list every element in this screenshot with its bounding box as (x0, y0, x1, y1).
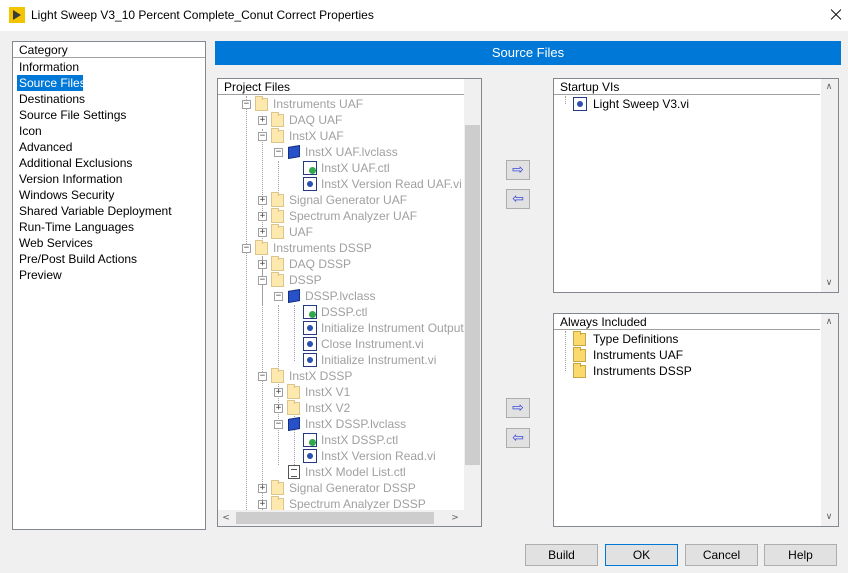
add-startup-vi-button[interactable]: ⇨ (506, 160, 530, 180)
category-header: Category (13, 42, 205, 58)
folder-icon (270, 208, 286, 224)
scroll-up-icon[interactable]: ∧ (821, 79, 837, 95)
scroll-left-icon[interactable]: < (218, 510, 234, 526)
category-item-preview[interactable]: Preview (17, 267, 205, 283)
expand-icon[interactable]: + (274, 388, 283, 397)
project-files-tree[interactable]: Project Files − Instruments UAF + DAQ UA… (217, 78, 482, 527)
category-item-shared-variable-deployment[interactable]: Shared Variable Deployment (17, 203, 205, 219)
class-icon (286, 144, 302, 160)
expand-icon[interactable]: + (258, 196, 267, 205)
category-item-version-information[interactable]: Version Information (17, 171, 205, 187)
collapse-icon[interactable]: − (274, 420, 283, 429)
folder-icon (270, 272, 286, 288)
scroll-thumb[interactable] (465, 125, 480, 465)
expand-icon[interactable]: + (258, 260, 267, 269)
project-files-header: Project Files (218, 79, 465, 95)
tree-guide-line (246, 96, 247, 512)
expand-icon[interactable]: + (258, 484, 267, 493)
vi-icon (302, 448, 318, 464)
folder-icon (270, 480, 286, 496)
folder-icon (270, 128, 286, 144)
vi-icon (302, 176, 318, 192)
tree-guide-line (262, 257, 263, 512)
folder-icon (254, 96, 270, 112)
window-title: Light Sweep V3_10 Percent Complete_Conut… (31, 8, 374, 22)
collapse-icon[interactable]: − (258, 372, 267, 381)
collapse-icon[interactable]: − (242, 100, 251, 109)
close-window-button[interactable] (824, 4, 848, 26)
expand-icon[interactable]: + (258, 116, 267, 125)
folder-icon (270, 112, 286, 128)
class-icon (286, 416, 302, 432)
title-bar: Light Sweep V3_10 Percent Complete_Conut… (0, 0, 848, 31)
category-item-source-files[interactable]: Source Files (17, 75, 86, 91)
folder-icon (572, 363, 588, 379)
horizontal-scrollbar[interactable]: < > (218, 510, 481, 526)
always-included-list[interactable]: Always Included Type Definitions Instrum… (553, 313, 839, 527)
folder-icon (254, 240, 270, 256)
add-always-included-button[interactable]: ⇨ (506, 398, 530, 418)
folder-icon (286, 400, 302, 416)
cancel-button[interactable]: Cancel (685, 544, 758, 566)
folder-icon (572, 331, 588, 347)
control-icon (302, 160, 318, 176)
collapse-icon[interactable]: − (274, 148, 283, 157)
folder-icon (270, 192, 286, 208)
vi-icon (302, 336, 318, 352)
folder-icon (270, 256, 286, 272)
vi-icon (302, 352, 318, 368)
category-list[interactable]: Category Information Source Files Destin… (12, 41, 206, 530)
category-item-icon[interactable]: Icon (17, 123, 205, 139)
vertical-scrollbar[interactable]: ∧ ∨ (821, 79, 838, 292)
folder-icon (270, 224, 286, 240)
help-button[interactable]: Help (764, 544, 837, 566)
category-item-information[interactable]: Information (17, 59, 205, 75)
expand-icon[interactable]: + (274, 404, 283, 413)
build-button[interactable]: Build (525, 544, 598, 566)
vertical-scrollbar[interactable]: ∧ ∨ (821, 314, 838, 526)
category-item-source-file-settings[interactable]: Source File Settings (17, 107, 205, 123)
category-item-advanced[interactable]: Advanced (17, 139, 205, 155)
category-item-web-services[interactable]: Web Services (17, 235, 205, 251)
scroll-down-icon[interactable]: ∨ (821, 275, 837, 291)
collapse-icon[interactable]: − (242, 244, 251, 253)
scroll-up-icon[interactable]: ∧ (821, 314, 837, 330)
vi-icon (572, 96, 588, 112)
always-included-header: Always Included (554, 314, 820, 330)
collapse-icon[interactable]: − (274, 292, 283, 301)
category-item-run-time-languages[interactable]: Run-Time Languages (17, 219, 205, 235)
scroll-thumb[interactable] (236, 512, 434, 524)
collapse-icon[interactable]: − (258, 276, 267, 285)
labview-app-icon (9, 7, 25, 23)
class-icon (286, 288, 302, 304)
expand-icon[interactable]: + (258, 500, 267, 509)
startup-vis-list[interactable]: Startup VIs Light Sweep V3.vi ∧ ∨ (553, 78, 839, 293)
control-icon (302, 432, 318, 448)
control-icon (302, 304, 318, 320)
expand-icon[interactable]: + (258, 212, 267, 221)
category-item-additional-exclusions[interactable]: Additional Exclusions (17, 155, 205, 171)
folder-icon (572, 347, 588, 363)
vertical-scrollbar[interactable] (464, 79, 481, 510)
category-item-pre-post-build-actions[interactable]: Pre/Post Build Actions (17, 251, 205, 267)
section-title: Source Files (215, 41, 841, 65)
collapse-icon[interactable]: − (258, 132, 267, 141)
category-item-destinations[interactable]: Destinations (17, 91, 205, 107)
scroll-right-icon[interactable]: > (447, 510, 463, 526)
list-icon (286, 464, 302, 480)
ok-button[interactable]: OK (605, 544, 678, 566)
category-items: Information Source Files Destinations So… (17, 59, 205, 283)
folder-icon (286, 384, 302, 400)
tree-guide-line (278, 305, 279, 465)
startup-vis-header: Startup VIs (554, 79, 820, 95)
vi-icon (302, 320, 318, 336)
folder-icon (270, 368, 286, 384)
remove-always-included-button[interactable]: ⇦ (506, 428, 530, 448)
remove-startup-vi-button[interactable]: ⇦ (506, 189, 530, 209)
expand-icon[interactable]: + (258, 228, 267, 237)
scroll-down-icon[interactable]: ∨ (821, 509, 837, 525)
category-item-windows-security[interactable]: Windows Security (17, 187, 205, 203)
tree-guide-line (294, 305, 295, 361)
